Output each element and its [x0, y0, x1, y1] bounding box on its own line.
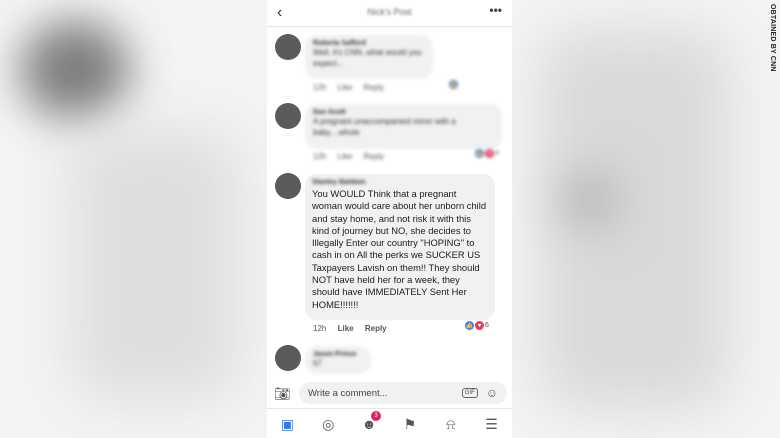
camera-icon[interactable]: 📷︎ — [274, 386, 291, 402]
comment-time: 12h — [313, 152, 327, 161]
page-title: Nick's Post — [367, 7, 412, 17]
comment-meta: 12h Like Reply — [313, 152, 393, 161]
comment-input[interactable]: Write a comment... GIF ☺ — [299, 382, 507, 404]
bottom-tab-bar: ▣ ◎ ☻ 3 ⚑ ⍾ ☰ — [267, 408, 512, 438]
smiley-icon[interactable]: ☺ — [486, 386, 498, 400]
gif-icon[interactable]: GIF — [461, 388, 478, 398]
bell-icon[interactable]: ⍾ — [436, 416, 466, 433]
profile-icon[interactable]: ◎ — [313, 416, 343, 433]
like-reaction-icon: 👍 — [449, 80, 458, 89]
comment-bubble: Jason Prince 67 — [305, 346, 371, 374]
like-reaction-icon: 👍 — [465, 321, 474, 330]
top-bar: ‹ Nick's Post ••• — [267, 0, 512, 27]
love-reaction-icon: ♥ — [485, 149, 494, 158]
reply-link[interactable]: Reply — [365, 324, 387, 333]
avatar[interactable] — [275, 34, 301, 60]
notification-badge: 3 — [371, 411, 382, 421]
commenter-name[interactable]: Jason Prince — [313, 351, 363, 358]
reply-link[interactable]: Reply — [364, 83, 384, 92]
background-blob — [70, 130, 240, 400]
reaction-count[interactable]: 👍 ♥ 4 — [475, 149, 499, 158]
comment-meta: 12h Like Reply — [313, 83, 393, 92]
comment-text: 67 — [313, 359, 322, 368]
commenter-name[interactable]: Stanley Baldwin — [312, 179, 488, 186]
comment-bubble: Dan Scott A pregnant unaccompanied minor… — [305, 104, 502, 149]
reply-link[interactable]: Reply — [364, 152, 384, 161]
ellipsis-icon[interactable]: ••• — [489, 3, 502, 17]
like-link[interactable]: Like — [338, 83, 353, 92]
comment-text: You WOULD Think that a pregnant woman wo… — [312, 188, 487, 310]
comment-text: A pregnant unaccompanied minor with a ba… — [313, 117, 456, 137]
comment-bubble: Stanley Baldwin You WOULD Think that a p… — [305, 174, 495, 320]
commenter-name[interactable]: Dan Scott — [313, 109, 494, 116]
phone-screen: ‹ Nick's Post ••• Roberta Safford Well, … — [267, 0, 512, 438]
reaction-count[interactable]: 👍 — [449, 80, 458, 89]
comment-meta: 12h Like Reply — [313, 324, 396, 333]
reaction-number: 6 — [485, 322, 489, 329]
avatar[interactable] — [275, 345, 301, 371]
avatar[interactable] — [275, 173, 301, 199]
watermark-credit: OBTAINED BY CNN — [769, 4, 776, 72]
comment-time: 12h — [313, 324, 327, 333]
commenter-name[interactable]: Roberta Safford — [313, 40, 425, 47]
love-reaction-icon: ♥ — [475, 321, 484, 330]
comment-composer: 📷︎ Write a comment... GIF ☺ — [267, 378, 512, 408]
avatar[interactable] — [275, 103, 301, 129]
comment-time: 12h — [313, 83, 327, 92]
background-blob — [20, 20, 130, 120]
like-link[interactable]: Like — [338, 324, 354, 333]
reaction-count[interactable]: 👍 ♥ 6 — [465, 321, 489, 330]
friends-icon[interactable]: ☻ 3 — [354, 411, 384, 432]
background-blob — [560, 170, 620, 230]
comment-placeholder: Write a comment... — [308, 387, 388, 399]
reaction-number: 4 — [495, 150, 499, 157]
news-feed-icon[interactable]: ▣ — [272, 416, 302, 433]
comment-bubble: Roberta Safford Well, it's CNN..what wou… — [305, 35, 433, 79]
comment-text: Well, it's CNN..what would you expect... — [313, 48, 422, 68]
like-link[interactable]: Like — [338, 152, 353, 161]
menu-icon[interactable]: ☰ — [477, 416, 507, 433]
like-reaction-icon: 👍 — [475, 149, 484, 158]
flag-icon[interactable]: ⚑ — [395, 416, 425, 433]
